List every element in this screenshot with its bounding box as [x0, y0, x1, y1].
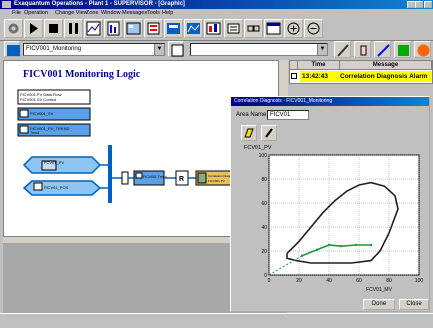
diagram-icon[interactable]	[241, 125, 257, 141]
menu-bar: File Operation Change View Zone Window M…	[0, 9, 433, 17]
process-icon[interactable]	[164, 19, 183, 38]
chart-series-2-point	[327, 243, 331, 247]
zoom-combo[interactable]: ▼	[190, 43, 328, 56]
diagram-node-1-line2: FICV001.SV Control	[20, 97, 56, 102]
area-name-field[interactable]: FICV01	[267, 110, 309, 120]
speaker-icon	[197, 172, 207, 184]
close-button[interactable]	[424, 1, 432, 8]
input-1-label: FCV01_PV	[44, 160, 64, 165]
alarm-list[interactable]: Time Message 13:42:43 Correlation Diagno…	[289, 60, 433, 84]
input-2-icon	[33, 182, 43, 191]
status-bar	[0, 313, 433, 328]
message-block-label2: FICV001 PV	[208, 179, 225, 183]
overview-icon[interactable]	[124, 19, 143, 38]
chevron-down-icon[interactable]: ▼	[317, 44, 327, 55]
menu-tools[interactable]: Tools	[147, 9, 160, 17]
view-select-icon[interactable]	[168, 41, 184, 57]
chart-y-tick: 0	[264, 273, 267, 279]
alarm-header-message[interactable]: Message	[340, 61, 432, 70]
minimize-button[interactable]	[407, 1, 415, 8]
correlation-chart: 0 20 40 60 80 100 0 20 40 60 80 100 FCV01_MV	[259, 153, 424, 293]
hand-icon[interactable]	[354, 41, 371, 58]
done-button[interactable]: Done	[363, 299, 395, 310]
function-block-label: FICV001 Trend	[143, 175, 167, 179]
faceplate-icon[interactable]	[104, 19, 123, 38]
menu-messages[interactable]: Messages	[122, 9, 147, 17]
zoom-out-icon[interactable]	[304, 19, 323, 38]
alarm-row-message: Correlation Diagnosis Alarm	[340, 73, 428, 80]
diagram-node-2-label: FICV001_SV	[30, 111, 54, 116]
app-icon	[2, 1, 11, 8]
menu-help[interactable]: Help	[162, 9, 173, 17]
area-name-label: Area Name	[236, 112, 267, 118]
message-icon[interactable]	[224, 19, 243, 38]
menu-zone[interactable]: Zone	[86, 9, 99, 17]
pen-icon[interactable]	[374, 41, 391, 58]
graphic-name-combo[interactable]: FICV001_Monitoring ▼	[23, 43, 165, 56]
alarm-icon[interactable]	[144, 19, 163, 38]
node-2-icon	[19, 109, 29, 118]
chart-series-2-point	[339, 245, 343, 248]
close-dialog-button[interactable]: Close	[399, 299, 429, 310]
menu-window[interactable]: Window	[101, 9, 121, 17]
main-toolbar	[0, 17, 433, 41]
menu-file[interactable]: File	[12, 9, 21, 17]
diagram-node-2	[17, 107, 91, 121]
alarm-row[interactable]: 13:42:43 Correlation Diagnosis Alarm	[300, 71, 432, 82]
chart-x-tick: 20	[296, 278, 302, 284]
diagram-node-3-line2: Trend	[30, 131, 39, 135]
tools-icon[interactable]	[334, 41, 351, 58]
node-3-icon	[19, 125, 29, 134]
zoom-in-icon[interactable]	[284, 19, 303, 38]
chart-y-tick: 60	[261, 201, 267, 207]
chart-y-tick: 100	[259, 153, 268, 159]
window-icon[interactable]	[264, 19, 283, 38]
bus-bar	[108, 145, 112, 203]
chart-series-2-point	[315, 248, 319, 251]
input-2-label: FICV01_POS	[44, 185, 69, 190]
chart-y-tick: 20	[261, 249, 267, 255]
trend-icon[interactable]	[84, 19, 103, 38]
alarm-header-marker	[290, 61, 298, 70]
menu-operation[interactable]: Operation	[24, 9, 48, 17]
chart-x-tick: 40	[326, 278, 332, 284]
chart-y-tick: 40	[261, 225, 267, 231]
title-bar: Exaquantum Operations - Plant 1 - SUPERV…	[0, 0, 433, 9]
settings-icon[interactable]	[4, 19, 23, 38]
chart-series-2-point	[354, 243, 358, 247]
chart-x-tick: 100	[415, 278, 424, 284]
navigation-toolbar: FICV001_Monitoring ▼ ▼	[0, 41, 433, 59]
svg-text:R: R	[179, 176, 184, 183]
correlation-dialog: Correlation Diagnosis - FICV001_Monitori…	[230, 96, 430, 312]
play-icon[interactable]	[24, 19, 43, 38]
graphic-icon[interactable]	[204, 19, 223, 38]
stop-icon[interactable]	[44, 19, 63, 38]
link-icon[interactable]	[244, 19, 263, 38]
window-title: Exaquantum Operations - Plant 1 - SUPERV…	[14, 1, 185, 7]
maximize-button[interactable]	[415, 1, 423, 8]
connector-block	[121, 171, 129, 185]
chart-x-tick: 80	[386, 278, 392, 284]
chart-y-tick: 80	[261, 177, 267, 183]
graphic-name-value: FICV001_Monitoring	[26, 46, 82, 52]
pause-icon[interactable]	[64, 19, 83, 38]
chart-x-tick: 0	[268, 278, 271, 284]
chart-series-2-point	[369, 243, 373, 247]
menu-change-view[interactable]: Change View	[55, 9, 88, 17]
chart-x-tick: 60	[356, 278, 362, 284]
graphic-view-icon[interactable]	[4, 41, 20, 57]
dialog-title: Correlation Diagnosis - FICV001_Monitori…	[231, 97, 429, 106]
alarm-row-checkbox[interactable]	[291, 73, 297, 79]
help-icon[interactable]	[414, 41, 431, 58]
chevron-down-icon[interactable]: ▼	[154, 44, 164, 55]
alarm-header-time[interactable]: Time	[298, 61, 340, 70]
edit-icon[interactable]	[261, 125, 277, 141]
alarm-row-time: 13:42:43	[302, 73, 329, 80]
tuning-icon[interactable]	[184, 19, 203, 38]
chart-x-label: FCV01_MV	[366, 287, 393, 293]
check-icon[interactable]	[394, 41, 411, 58]
